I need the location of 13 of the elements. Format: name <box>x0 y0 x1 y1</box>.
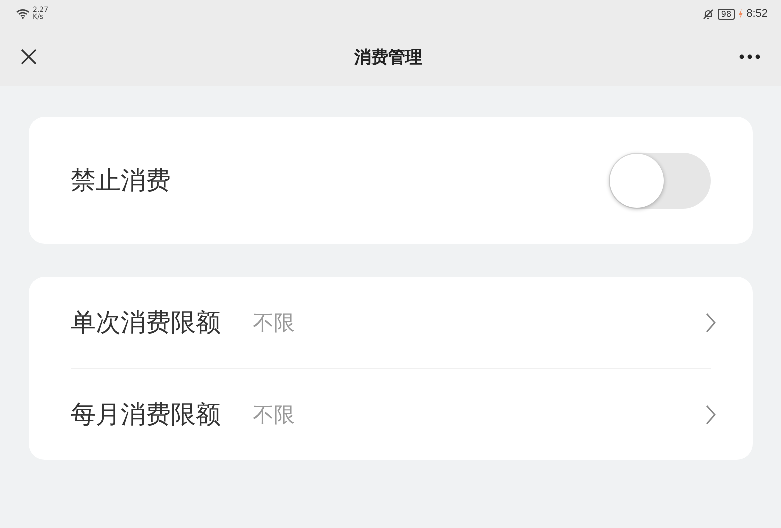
list-item[interactable]: 单次消费限额 不限 <box>29 277 753 368</box>
battery-indicator: 98 <box>718 8 735 20</box>
bell-muted-icon <box>703 8 714 20</box>
setting-label: 禁止消费 <box>71 165 171 197</box>
clock: 8:52 <box>746 8 768 20</box>
chevron-right-icon <box>705 404 717 426</box>
page-title: 消费管理 <box>354 46 422 68</box>
chevron-right-icon <box>705 312 717 334</box>
toggle-switch[interactable] <box>609 152 711 208</box>
list-item[interactable]: 每月消费限额 不限 <box>29 369 753 460</box>
more-button[interactable] <box>737 52 763 62</box>
wifi-icon <box>16 9 30 19</box>
charging-icon <box>738 9 743 19</box>
